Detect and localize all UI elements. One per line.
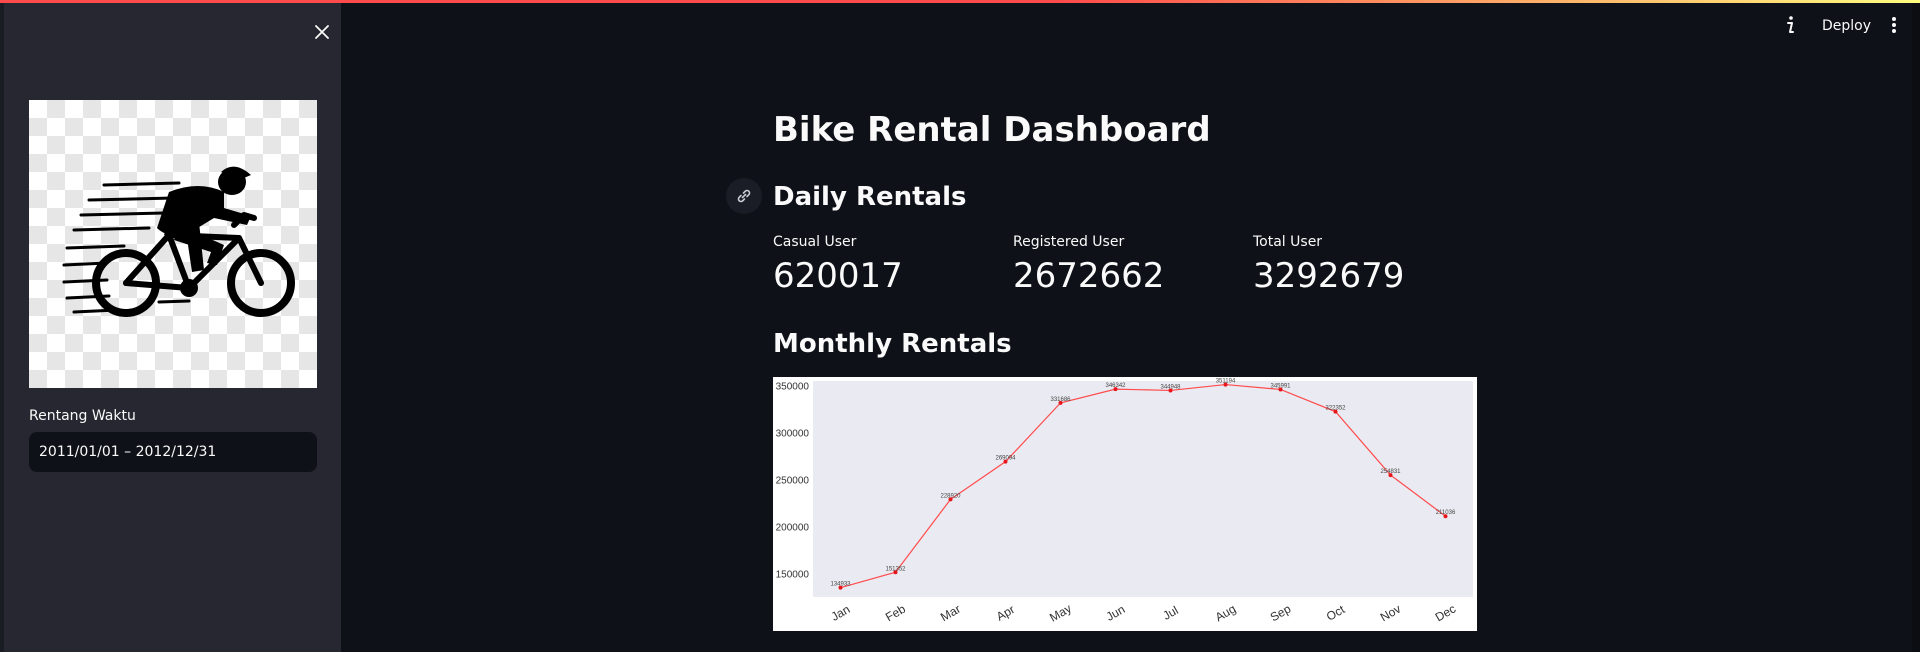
- x-tick-label: Mar: [938, 602, 963, 624]
- data-label: 351194: [1216, 379, 1236, 385]
- data-label: 331686: [1050, 397, 1071, 403]
- close-sidebar-button[interactable]: [308, 18, 336, 46]
- metric-casual-label: Casual User: [773, 234, 857, 250]
- metric-total-label: Total User: [1253, 234, 1323, 250]
- x-tick-label: Nov: [1378, 602, 1403, 625]
- data-label: 346342: [1105, 383, 1126, 389]
- kebab-menu-icon: [1892, 17, 1896, 33]
- x-tick-label: May: [1047, 601, 1074, 624]
- x-tick-label: Aug: [1213, 602, 1238, 625]
- y-tick-label: 300000: [776, 429, 810, 440]
- metric-casual-value: 620017: [773, 256, 903, 296]
- plot-area: [813, 381, 1473, 597]
- page-title: Bike Rental Dashboard: [773, 110, 1211, 150]
- daily-rentals-heading: Daily Rentals: [773, 182, 967, 212]
- data-label: 269094: [995, 456, 1016, 462]
- monthly-rentals-heading: Monthly Rentals: [773, 329, 1012, 359]
- x-tick-label: Sep: [1268, 601, 1294, 624]
- metric-registered-value: 2672662: [1013, 256, 1165, 296]
- x-tick-label: Feb: [883, 602, 908, 625]
- monthly-rentals-chart: 150000 200000 250000 300000 350000 Jan Feb Mar A…: [773, 377, 1477, 631]
- chart-svg: 150000 200000 250000 300000 350000 Jan Feb Mar A…: [776, 379, 1473, 625]
- metric-registered-label: Registered User: [1013, 234, 1125, 250]
- x-tick-label: Jan: [829, 602, 853, 624]
- sidebar: Rentang Waktu 2011/01/01 – 2012/12/31: [4, 3, 341, 652]
- date-range-input[interactable]: 2011/01/01 – 2012/12/31: [29, 432, 317, 472]
- data-label: 151352: [885, 566, 906, 572]
- data-label: 211036: [1436, 510, 1456, 516]
- metric-total-value: 3292679: [1253, 256, 1405, 296]
- link-icon: [737, 189, 751, 203]
- cyclist-logo: [62, 166, 295, 317]
- date-range-label: Rentang Waktu: [29, 408, 136, 424]
- x-tick-label: Oct: [1324, 602, 1348, 624]
- sidebar-logo-image: [29, 100, 317, 388]
- deploy-button[interactable]: Deploy: [1816, 14, 1877, 38]
- main-menu-button[interactable]: [1886, 14, 1902, 36]
- y-tick-label: 250000: [776, 476, 810, 487]
- top-decoration-bar: [0, 0, 1920, 3]
- data-label: 345991: [1270, 383, 1291, 389]
- close-icon: [315, 25, 329, 39]
- data-label: 134933: [830, 582, 851, 588]
- y-tick-label: 350000: [776, 382, 810, 393]
- anchor-link-button[interactable]: [726, 178, 762, 214]
- y-tick-label: 150000: [776, 570, 810, 581]
- x-tick-label: Jun: [1104, 602, 1128, 624]
- x-tick-label: Jul: [1160, 603, 1180, 623]
- x-tick-label: Apr: [994, 602, 1017, 623]
- data-label: 254831: [1380, 469, 1401, 475]
- info-icon: [1787, 16, 1794, 33]
- data-label: 322352: [1325, 406, 1346, 412]
- data-label: 344948: [1160, 384, 1181, 390]
- y-tick-label: 200000: [776, 523, 810, 534]
- data-label: 228920: [940, 493, 961, 499]
- x-tick-label: Dec: [1433, 602, 1458, 625]
- scrollbar[interactable]: [1912, 0, 1920, 652]
- info-button[interactable]: [1780, 14, 1800, 36]
